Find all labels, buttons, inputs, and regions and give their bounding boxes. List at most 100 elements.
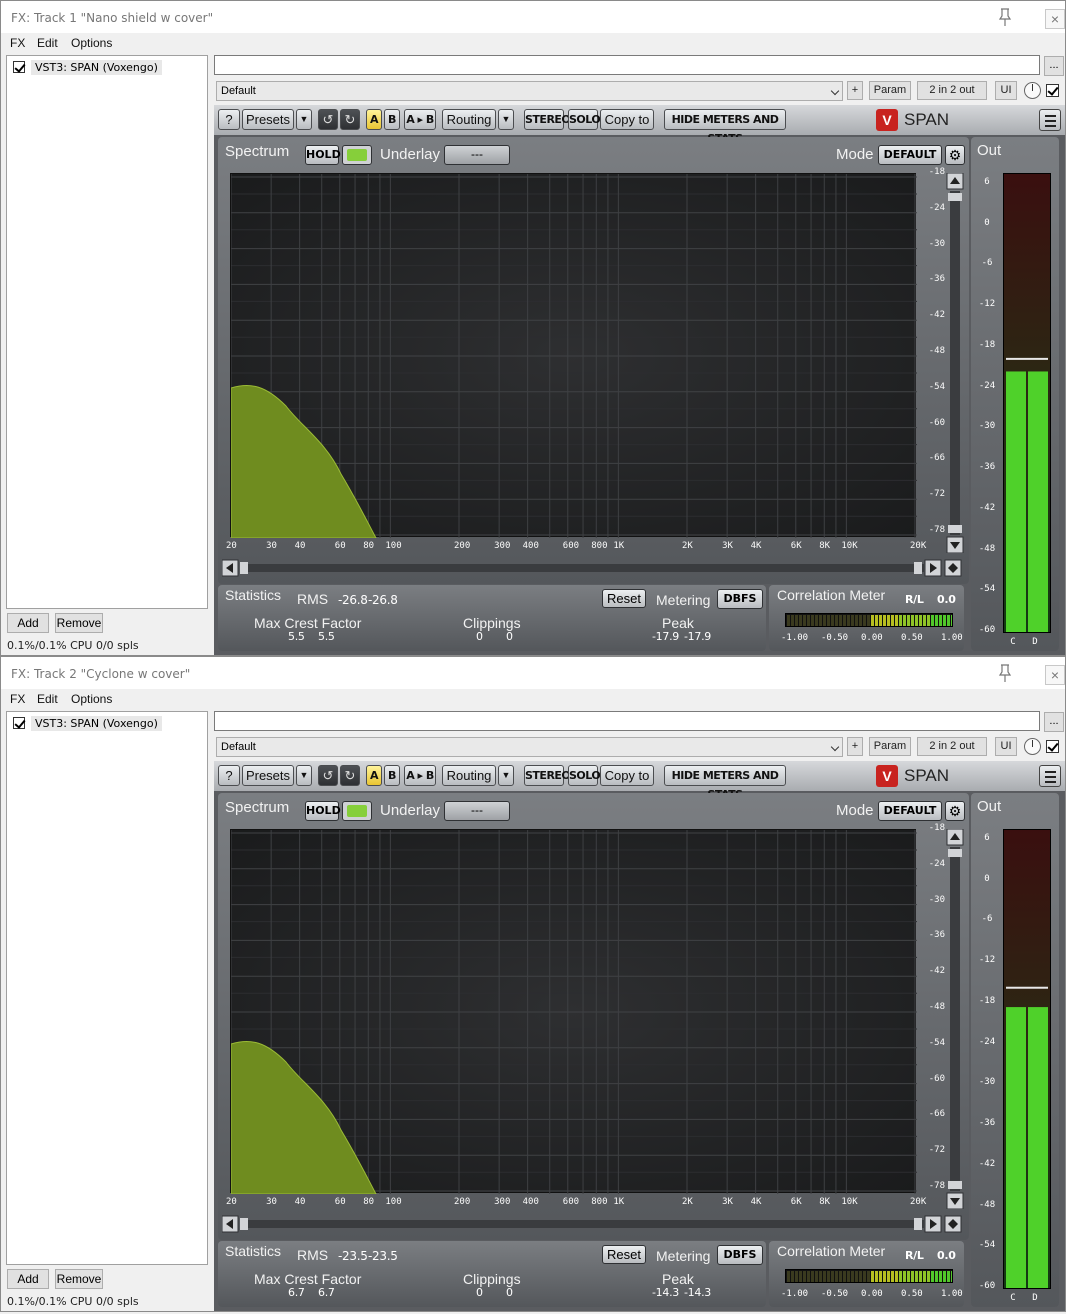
a-button[interactable]: A bbox=[366, 765, 382, 786]
correlation-label: Correlation Meter bbox=[777, 1243, 886, 1259]
stereo-button[interactable]: STEREO bbox=[524, 109, 571, 130]
param-button[interactable]: Param bbox=[869, 81, 911, 100]
menu-button[interactable] bbox=[1039, 109, 1061, 131]
solo-button[interactable]: SOLO bbox=[568, 765, 601, 786]
add-button[interactable]: Add bbox=[7, 613, 49, 633]
stereo-button[interactable]: STEREO bbox=[524, 765, 571, 786]
routing-button[interactable]: Routing bbox=[442, 109, 496, 130]
fx-chain-list[interactable]: VST3: SPAN (Voxengo) bbox=[6, 711, 208, 1265]
preset-dropdown[interactable]: Default bbox=[216, 81, 843, 101]
menu-edit[interactable]: Edit bbox=[37, 692, 58, 706]
hide-meters-button[interactable]: HIDE METERS AND STATS bbox=[664, 109, 786, 145]
metering-mode-button[interactable]: DBFS bbox=[717, 1245, 763, 1265]
y-tick-label: -24 bbox=[928, 202, 945, 213]
copy-to-button[interactable]: Copy to bbox=[600, 109, 654, 130]
metering-mode-button[interactable]: DBFS bbox=[717, 589, 763, 609]
menu-fx[interactable]: FX bbox=[10, 36, 25, 50]
mode-button[interactable]: DEFAULT bbox=[878, 801, 942, 821]
fx-search-field[interactable] bbox=[214, 711, 1040, 731]
undo-button[interactable]: ↺ bbox=[318, 109, 338, 130]
hide-meters-button[interactable]: HIDE METERS AND STATS bbox=[664, 765, 786, 801]
b-button[interactable]: B bbox=[384, 109, 400, 130]
close-button[interactable]: × bbox=[1045, 665, 1065, 685]
help-button[interactable]: ? bbox=[218, 109, 240, 130]
mode-button[interactable]: DEFAULT bbox=[878, 145, 942, 165]
a-to-b-button[interactable]: A ▸ B bbox=[404, 765, 436, 786]
io-button[interactable]: 2 in 2 out bbox=[917, 81, 987, 100]
underlay-dropdown[interactable]: --- bbox=[444, 801, 510, 821]
presets-button[interactable]: Presets bbox=[242, 765, 294, 786]
more-button[interactable]: ... bbox=[1044, 712, 1064, 732]
vertical-scrollbar[interactable] bbox=[945, 173, 965, 553]
solo-button[interactable]: SOLO bbox=[568, 109, 601, 130]
menu-options[interactable]: Options bbox=[71, 36, 112, 50]
spectrum-plot[interactable] bbox=[230, 829, 917, 1209]
horizontal-scrollbar[interactable] bbox=[222, 559, 964, 577]
b-button[interactable]: B bbox=[384, 765, 400, 786]
preset-dropdown[interactable]: Default bbox=[216, 737, 843, 757]
wet-knob[interactable] bbox=[1024, 738, 1041, 755]
fx-enable-checkbox[interactable] bbox=[13, 61, 25, 73]
routing-button[interactable]: Routing bbox=[442, 765, 496, 786]
spectrum-plot[interactable] bbox=[230, 173, 917, 553]
menu-button[interactable] bbox=[1039, 765, 1061, 787]
presets-menu-button[interactable]: ▼ bbox=[296, 109, 312, 130]
out-tick-label: 6 bbox=[984, 177, 990, 187]
correlation-label: Correlation Meter bbox=[777, 587, 886, 603]
menu-fx[interactable]: FX bbox=[10, 692, 25, 706]
pin-icon[interactable] bbox=[997, 663, 1013, 683]
x-tick-label: 30 bbox=[266, 541, 277, 551]
settings-button[interactable]: ⚙ bbox=[945, 145, 965, 165]
close-button[interactable]: × bbox=[1045, 9, 1065, 29]
ui-button[interactable]: UI bbox=[995, 81, 1017, 100]
underlay-dropdown[interactable]: --- bbox=[444, 145, 510, 165]
a-to-b-button[interactable]: A ▸ B bbox=[404, 109, 436, 130]
wet-knob[interactable] bbox=[1024, 82, 1041, 99]
pin-icon[interactable] bbox=[997, 7, 1013, 27]
presets-menu-button[interactable]: ▼ bbox=[296, 765, 312, 786]
a-button[interactable]: A bbox=[366, 109, 382, 130]
voxengo-logo-icon: V bbox=[876, 109, 898, 131]
x-tick-label: 800 bbox=[591, 1197, 608, 1207]
presets-button[interactable]: Presets bbox=[242, 109, 294, 130]
routing-menu-button[interactable]: ▼ bbox=[498, 765, 514, 786]
correlation-value: 0.0 bbox=[937, 593, 956, 606]
undo-button[interactable]: ↺ bbox=[318, 765, 338, 786]
ui-button[interactable]: UI bbox=[995, 737, 1017, 756]
add-preset-button[interactable]: + bbox=[847, 737, 863, 756]
menu-options[interactable]: Options bbox=[71, 692, 112, 706]
fx-search-field[interactable] bbox=[214, 55, 1040, 75]
out-tick-label: -36 bbox=[978, 1118, 996, 1129]
hold-led-toggle[interactable] bbox=[342, 801, 372, 821]
reset-button[interactable]: Reset bbox=[602, 1245, 646, 1264]
hold-led-toggle[interactable] bbox=[342, 145, 372, 165]
bypass-checkbox[interactable] bbox=[1046, 84, 1059, 97]
correlation-tick-label: -0.50 bbox=[821, 633, 849, 643]
remove-button[interactable]: Remove bbox=[55, 613, 103, 633]
horizontal-scrollbar[interactable] bbox=[222, 1215, 964, 1233]
redo-button[interactable]: ↻ bbox=[340, 109, 360, 130]
add-button[interactable]: Add bbox=[7, 1269, 49, 1289]
meter-peak-marker bbox=[1006, 986, 1048, 989]
io-button[interactable]: 2 in 2 out bbox=[917, 737, 987, 756]
hold-button[interactable]: HOLD bbox=[305, 145, 341, 165]
menu-edit[interactable]: Edit bbox=[37, 36, 58, 50]
remove-button[interactable]: Remove bbox=[55, 1269, 103, 1289]
vertical-scrollbar[interactable] bbox=[945, 829, 965, 1209]
more-button[interactable]: ... bbox=[1044, 56, 1064, 76]
redo-button[interactable]: ↻ bbox=[340, 765, 360, 786]
settings-button[interactable]: ⚙ bbox=[945, 801, 965, 821]
fx-chain-item[interactable]: VST3: SPAN (Voxengo) bbox=[13, 59, 162, 75]
add-preset-button[interactable]: + bbox=[847, 81, 863, 100]
hold-button[interactable]: HOLD bbox=[305, 801, 341, 821]
bypass-checkbox[interactable] bbox=[1046, 740, 1059, 753]
fx-chain-list[interactable]: VST3: SPAN (Voxengo) bbox=[6, 55, 208, 609]
fx-chain-item[interactable]: VST3: SPAN (Voxengo) bbox=[13, 715, 162, 731]
reset-button[interactable]: Reset bbox=[602, 589, 646, 608]
x-tick-label: 6K bbox=[790, 541, 802, 551]
help-button[interactable]: ? bbox=[218, 765, 240, 786]
param-button[interactable]: Param bbox=[869, 737, 911, 756]
fx-enable-checkbox[interactable] bbox=[13, 717, 25, 729]
routing-menu-button[interactable]: ▼ bbox=[498, 109, 514, 130]
copy-to-button[interactable]: Copy to bbox=[600, 765, 654, 786]
